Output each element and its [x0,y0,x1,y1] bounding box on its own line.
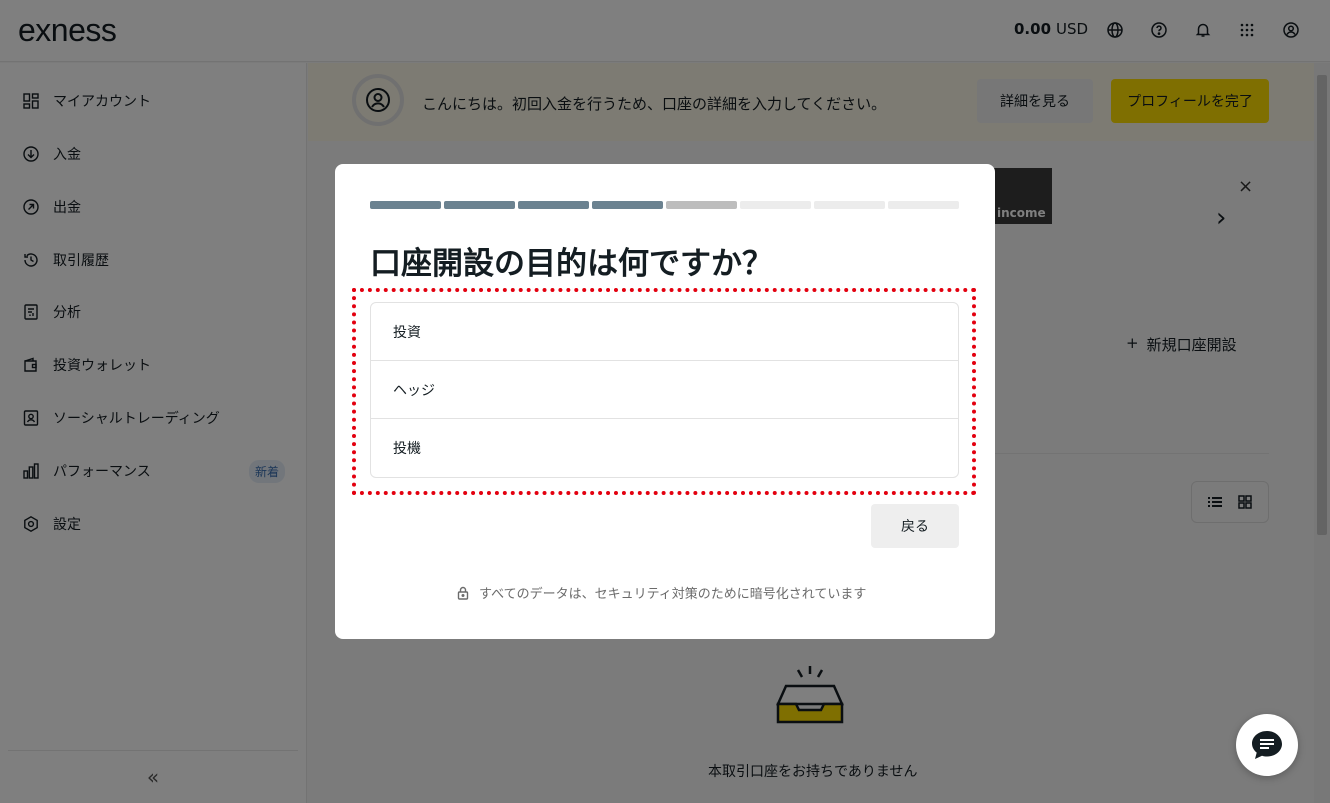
chat-icon [1252,731,1282,759]
back-button[interactable]: 戻る [871,504,959,548]
progress-segment [592,201,663,209]
progress-segment [888,201,959,209]
chat-button[interactable] [1236,714,1298,776]
security-note-text: すべてのデータは、セキュリティ対策のために暗号化されています [479,587,867,602]
lock-icon [457,586,469,600]
progress-segment [666,201,737,209]
progress-segment [370,201,441,209]
option-speculation[interactable]: 投機 [371,419,958,477]
option-investment[interactable]: 投資 [371,303,958,361]
progress-segment [444,201,515,209]
step-progress-bar [370,201,959,209]
purpose-options: 投資 ヘッジ 投機 [370,302,959,478]
option-label: ヘッジ [393,382,435,399]
modal-title: 口座開設の目的は何ですか？ [370,246,773,282]
security-note: すべてのデータは、セキュリティ対策のために暗号化されています [457,583,866,602]
progress-segment [518,201,589,209]
progress-segment [740,201,811,209]
option-label: 投資 [393,324,421,341]
account-purpose-modal: 口座開設の目的は何ですか？ 投資 ヘッジ 投機 戻る すべてのデータは、セキュリ… [335,164,995,639]
progress-segment [814,201,885,209]
option-label: 投機 [393,441,421,457]
option-hedge[interactable]: ヘッジ [371,361,958,419]
